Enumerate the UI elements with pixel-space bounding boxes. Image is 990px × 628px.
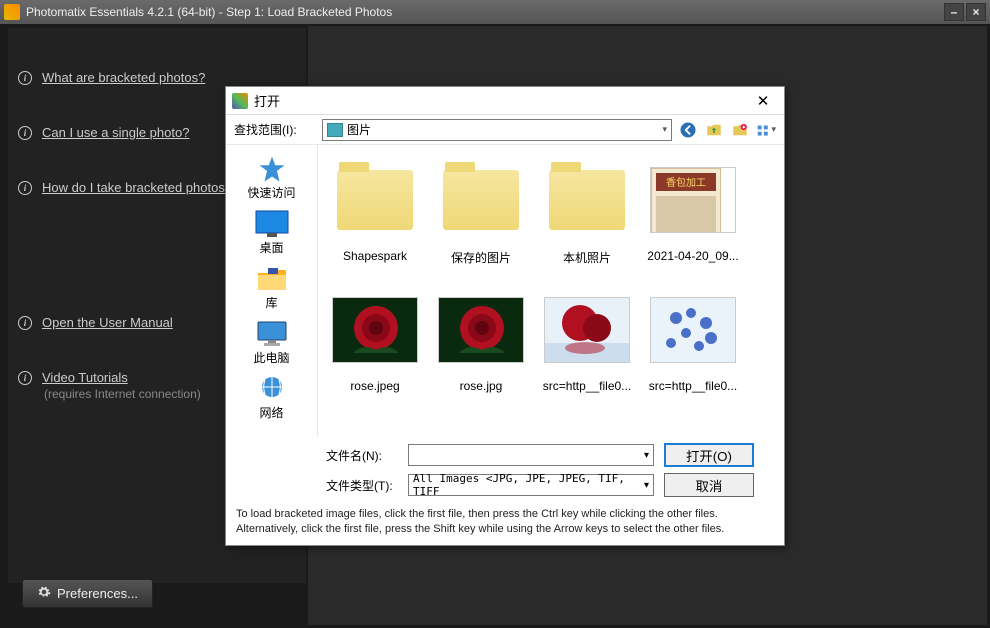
- image-thumbnail: 香包加工: [650, 157, 736, 243]
- hint-line-1: To load bracketed image files, click the…: [236, 507, 774, 522]
- file-name-label: src=http__file0...: [543, 379, 631, 393]
- image-thumbnail: [650, 287, 736, 373]
- location-combo[interactable]: 图片 ▾: [322, 119, 672, 141]
- hint-line-2: Alternatively, click the first file, pre…: [236, 522, 774, 537]
- filename-input[interactable]: ▾: [408, 444, 654, 466]
- file-name-label: 本机照片: [563, 249, 611, 266]
- filetype-label: 文件类型(T):: [326, 477, 398, 494]
- network-icon: [255, 374, 289, 404]
- preferences-label: Preferences...: [57, 586, 138, 601]
- pictures-folder-icon: [327, 123, 343, 137]
- folder-icon: [438, 157, 524, 243]
- place-quickaccess[interactable]: 快速访问: [232, 151, 312, 204]
- info-icon: i: [18, 181, 32, 195]
- help-link-label[interactable]: Video Tutorials: [42, 370, 128, 385]
- folder-item[interactable]: 保存的图片: [428, 153, 534, 283]
- place-label: 桌面: [259, 239, 283, 256]
- minimize-button[interactable]: –: [944, 3, 964, 21]
- place-thispc[interactable]: 此电脑: [232, 316, 312, 369]
- filename-label: 文件名(N):: [326, 447, 398, 464]
- open-file-dialog: 打开 ✕ 查找范围(I): 图片 ▾ ▾ 快速访问: [225, 86, 785, 546]
- dialog-app-icon: [232, 93, 248, 109]
- chevron-down-icon: ▾: [644, 450, 649, 461]
- info-icon: i: [18, 316, 32, 330]
- window-title: Photomatix Essentials 4.2.1 (64-bit) - S…: [26, 5, 942, 19]
- folder-icon: [332, 157, 418, 243]
- place-network[interactable]: 网络: [232, 371, 312, 424]
- svg-text:香包加工: 香包加工: [666, 176, 706, 189]
- places-bar: 快速访问 桌面 库 此电脑 网络: [226, 145, 318, 437]
- info-icon: i: [18, 126, 32, 140]
- chevron-down-icon: ▾: [771, 124, 776, 135]
- file-name-label: rose.jpg: [460, 379, 503, 393]
- place-label: 库: [265, 294, 277, 311]
- image-item[interactable]: src=http__file0...: [534, 283, 640, 413]
- help-link-label[interactable]: Open the User Manual: [42, 315, 173, 330]
- dialog-titlebar: 打开 ✕: [226, 87, 784, 115]
- help-link-label[interactable]: Can I use a single photo?: [42, 125, 189, 140]
- desktop-icon: [255, 209, 289, 239]
- quickaccess-icon: [255, 154, 289, 184]
- dialog-toolbar: 查找范围(I): 图片 ▾ ▾: [226, 115, 784, 145]
- lookin-label: 查找范围(I):: [234, 121, 316, 138]
- image-thumbnail: [438, 287, 524, 373]
- file-name-label: Shapespark: [343, 249, 407, 263]
- place-desktop[interactable]: 桌面: [232, 206, 312, 259]
- dialog-footer: 文件名(N): ▾ 打开(O) 文件类型(T): All Images <JPG…: [226, 437, 784, 503]
- help-link-label[interactable]: What are bracketed photos?: [42, 70, 205, 85]
- close-button[interactable]: ×: [966, 3, 986, 21]
- image-thumbnail: [544, 287, 630, 373]
- file-list-area[interactable]: Shapespark 保存的图片 本机照片 香包加工 2021-04-20_09...r…: [318, 145, 784, 437]
- image-item[interactable]: rose.jpg: [428, 283, 534, 413]
- location-text: 图片: [347, 121, 658, 138]
- place-label: 快速访问: [247, 184, 295, 201]
- place-libraries[interactable]: 库: [232, 261, 312, 314]
- image-item[interactable]: 香包加工 2021-04-20_09...: [640, 153, 746, 283]
- file-name-label: 2021-04-20_09...: [647, 249, 738, 263]
- back-button[interactable]: [678, 120, 698, 140]
- app-icon: [4, 4, 20, 20]
- filetype-value: All Images <JPG, JPE, JPEG, TIF, TIFF: [413, 472, 644, 498]
- dialog-hint: To load bracketed image files, click the…: [226, 503, 784, 545]
- chevron-down-icon: ▾: [662, 124, 667, 135]
- filetype-select[interactable]: All Images <JPG, JPE, JPEG, TIF, TIFF ▾: [408, 474, 654, 496]
- dialog-title: 打开: [254, 91, 280, 110]
- place-label: 此电脑: [253, 349, 289, 366]
- image-thumbnail: [332, 287, 418, 373]
- dialog-close-button[interactable]: ✕: [748, 90, 778, 112]
- file-name-label: src=http__file0...: [649, 379, 737, 393]
- up-one-level-button[interactable]: [704, 120, 724, 140]
- folder-icon: [544, 157, 630, 243]
- folder-item[interactable]: 本机照片: [534, 153, 640, 283]
- info-icon: i: [18, 371, 32, 385]
- help-link-label[interactable]: How do I take bracketed photos?: [42, 180, 232, 195]
- open-button[interactable]: 打开(O): [664, 443, 754, 467]
- place-label: 网络: [259, 404, 283, 421]
- info-icon: i: [18, 71, 32, 85]
- cancel-button[interactable]: 取消: [664, 473, 754, 497]
- gear-icon: [37, 585, 51, 602]
- new-folder-button[interactable]: [730, 120, 750, 140]
- file-name-label: 保存的图片: [451, 249, 511, 266]
- image-item[interactable]: rose.jpeg: [322, 283, 428, 413]
- file-name-label: rose.jpeg: [350, 379, 399, 393]
- thispc-icon: [255, 319, 289, 349]
- folder-item[interactable]: Shapespark: [322, 153, 428, 283]
- window-titlebar: Photomatix Essentials 4.2.1 (64-bit) - S…: [0, 0, 990, 24]
- preferences-button[interactable]: Preferences...: [22, 579, 153, 608]
- image-item[interactable]: src=http__file0...: [640, 283, 746, 413]
- libraries-icon: [255, 264, 289, 294]
- chevron-down-icon: ▾: [644, 480, 649, 491]
- help-link-bracketed[interactable]: i What are bracketed photos?: [18, 70, 296, 85]
- view-menu-button[interactable]: ▾: [756, 120, 776, 140]
